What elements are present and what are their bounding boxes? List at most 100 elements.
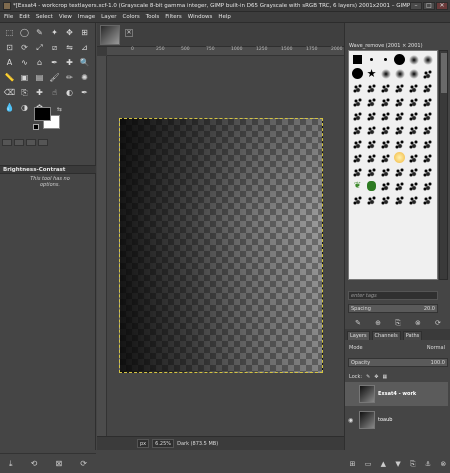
lock-alpha-icon[interactable]: ▦ <box>383 374 388 380</box>
layer-row[interactable]: ◉ toaub <box>345 408 448 432</box>
brushes-scroll-thumb[interactable] <box>441 53 447 93</box>
close-button[interactable]: ✕ <box>436 1 448 10</box>
menu-file[interactable]: File <box>4 14 13 20</box>
text-tool-icon[interactable]: A <box>3 56 16 69</box>
brush-preview[interactable] <box>393 151 406 164</box>
vertical-ruler[interactable] <box>97 56 107 436</box>
new-layer-icon[interactable]: ⊞ <box>350 460 356 468</box>
brush-preview[interactable] <box>421 151 434 164</box>
brush-preview[interactable] <box>407 179 420 192</box>
delete-brush-icon[interactable]: ⊗ <box>415 319 421 328</box>
shear-tool-icon[interactable]: ⧄ <box>48 41 61 54</box>
brush-preview[interactable] <box>365 81 378 94</box>
bucket-tool-icon[interactable]: ▣ <box>18 71 31 84</box>
image-canvas[interactable] <box>119 118 323 373</box>
paths-tool-icon[interactable]: ✒ <box>48 56 61 69</box>
brush-preview[interactable] <box>379 137 392 150</box>
spacing-slider[interactable]: Spacing 20.0 <box>348 304 438 313</box>
tab-paths[interactable]: Paths <box>402 331 423 340</box>
brush-preview[interactable] <box>421 81 434 94</box>
ellipse-select-tool-icon[interactable]: ◯ <box>18 26 31 39</box>
menu-filters[interactable]: Filters <box>165 14 182 20</box>
gradient-tool-icon[interactable]: ▤ <box>33 71 46 84</box>
brush-preview[interactable] <box>407 151 420 164</box>
menu-help[interactable]: Help <box>218 14 231 20</box>
brush-preview[interactable] <box>379 95 392 108</box>
zoom-tool-icon[interactable]: 🔍 <box>78 56 91 69</box>
canvas-viewport[interactable] <box>107 56 344 436</box>
free-select-tool-icon[interactable]: ✎ <box>33 26 46 39</box>
ruler-corner[interactable] <box>97 47 107 56</box>
brush-preview[interactable] <box>421 53 434 66</box>
brush-preview[interactable] <box>379 81 392 94</box>
image-tab-thumbnail[interactable] <box>100 25 120 45</box>
lower-layer-icon[interactable]: ▼ <box>395 460 400 468</box>
dodge-tool-icon[interactable]: ◐ <box>63 86 76 99</box>
new-brush-icon[interactable]: ⊕ <box>375 319 381 328</box>
fuzzy-select-tool-icon[interactable]: ✦ <box>48 26 61 39</box>
rotate-tool-icon[interactable]: ⟳ <box>18 41 31 54</box>
menu-windows[interactable]: Windows <box>188 14 213 20</box>
brush-preview[interactable] <box>379 109 392 122</box>
opacity-slider[interactable]: Opacity 100.0 <box>348 358 448 367</box>
menu-edit[interactable]: Edit <box>19 14 30 20</box>
horizontal-ruler[interactable]: 0 250 500 750 1000 1250 1500 1750 2000 <box>107 47 344 56</box>
dodge-burn-tool-icon[interactable]: ◑ <box>18 101 31 114</box>
delete-options-icon[interactable]: ⊠ <box>55 459 62 468</box>
unit-select[interactable]: px <box>137 439 150 448</box>
brush-preview[interactable] <box>379 151 392 164</box>
restore-options-icon[interactable]: ⟲ <box>31 459 38 468</box>
tab-channels[interactable]: Channels <box>371 331 401 340</box>
lock-position-icon[interactable]: ✥ <box>374 374 378 380</box>
brush-preview[interactable] <box>379 67 392 80</box>
device-status-tab-icon[interactable] <box>14 139 24 146</box>
brush-preview[interactable] <box>421 137 434 150</box>
save-options-icon[interactable]: ⤓ <box>9 459 13 469</box>
brush-preview[interactable] <box>365 95 378 108</box>
delete-layer-icon[interactable]: ⊗ <box>440 460 446 468</box>
menu-colors[interactable]: Colors <box>122 14 139 20</box>
brush-preview[interactable] <box>351 123 364 136</box>
crop-tool-icon[interactable]: ⊡ <box>3 41 16 54</box>
brush-preview[interactable] <box>379 179 392 192</box>
rect-select-tool-icon[interactable]: ⬚ <box>3 26 16 39</box>
duplicate-layer-icon[interactable]: ⎘ <box>410 460 416 469</box>
brush-preview[interactable] <box>379 53 392 66</box>
airbrush-tool-icon[interactable]: ✺ <box>78 71 91 84</box>
eye-icon[interactable]: ◉ <box>348 417 356 424</box>
smudge-tool-icon[interactable]: ☝ <box>48 86 61 99</box>
brush-preview[interactable] <box>407 165 420 178</box>
brush-preview[interactable] <box>379 123 392 136</box>
brush-preview[interactable] <box>351 95 364 108</box>
menu-tools[interactable]: Tools <box>146 14 160 20</box>
brush-preview[interactable] <box>407 53 420 66</box>
align-tool-icon[interactable]: ⊞ <box>78 26 91 39</box>
brush-preview[interactable] <box>379 193 392 206</box>
default-colors-icon[interactable] <box>33 124 39 130</box>
brush-preview[interactable] <box>365 123 378 136</box>
brush-preview[interactable] <box>393 67 406 80</box>
foreground-color[interactable] <box>34 107 51 121</box>
brush-preview[interactable] <box>393 179 406 192</box>
close-image-tab-icon[interactable]: ✕ <box>125 29 133 37</box>
maximize-button[interactable]: □ <box>423 1 435 10</box>
mode-select[interactable]: Normal <box>427 345 445 351</box>
brush-preview[interactable] <box>421 179 434 192</box>
brush-preview[interactable] <box>393 53 406 66</box>
brush-preview[interactable] <box>365 53 378 66</box>
brush-preview[interactable] <box>393 123 406 136</box>
brush-preview[interactable] <box>407 109 420 122</box>
tab-layers[interactable]: Layers <box>347 331 370 340</box>
brushes-scrollbar[interactable] <box>439 50 448 280</box>
blur-tool-icon[interactable]: 💧 <box>3 101 16 114</box>
brush-preview[interactable] <box>421 123 434 136</box>
brush-preview[interactable] <box>365 179 378 192</box>
brush-preview[interactable] <box>393 193 406 206</box>
color-picker-tool-icon[interactable]: ✚ <box>63 56 76 69</box>
brush-preview[interactable] <box>421 95 434 108</box>
undo-history-tab-icon[interactable] <box>26 139 36 146</box>
brush-preview[interactable] <box>365 109 378 122</box>
brush-preview[interactable] <box>407 193 420 206</box>
move-tool-icon[interactable]: ✥ <box>63 26 76 39</box>
brush-preview[interactable] <box>351 109 364 122</box>
